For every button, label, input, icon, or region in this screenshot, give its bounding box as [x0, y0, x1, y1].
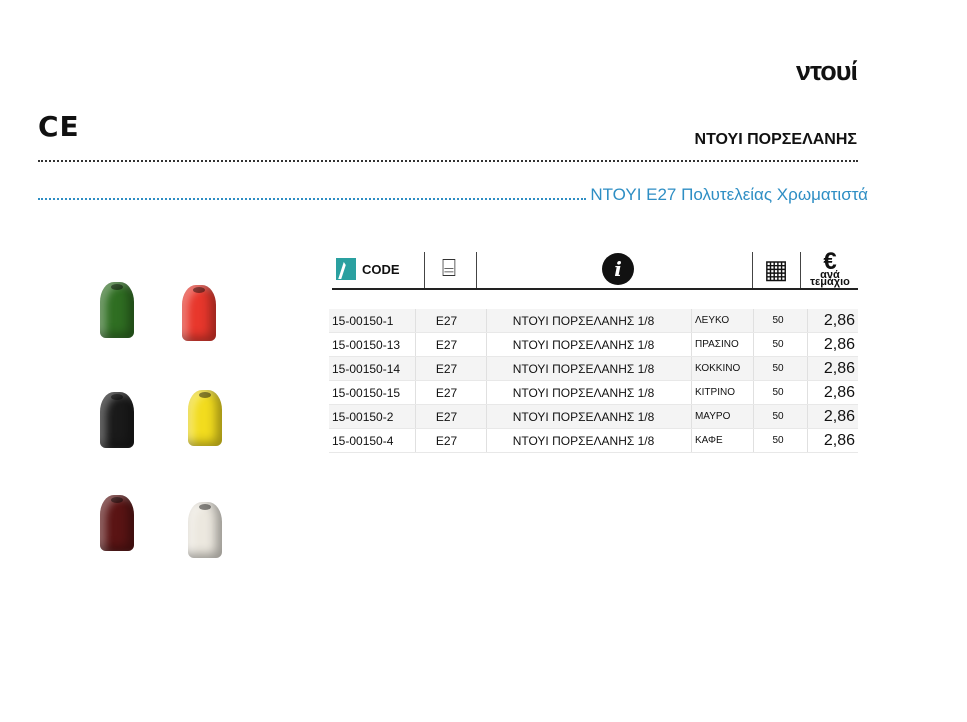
product-qty: 50 — [753, 356, 808, 381]
product-color: ΚΙΤΡΙΝΟ — [691, 380, 755, 405]
product-description: ΝΤΟΥΙ ΠΟΡΣΕΛΑΝΗΣ 1/8 — [486, 428, 692, 453]
product-qty: 50 — [753, 380, 808, 405]
product-code: 15-00150-2 — [329, 404, 416, 429]
info-icon: i — [602, 253, 634, 285]
product-qty: 50 — [753, 309, 808, 333]
header-base: ⌸ — [424, 250, 474, 288]
header-separator — [800, 252, 801, 288]
product-color: ΚΑΦΕ — [691, 428, 755, 453]
product-price: 2,86 — [807, 380, 858, 405]
product-qty: 50 — [753, 404, 808, 429]
product-code: 15-00150-1 — [329, 309, 416, 333]
socket-photo-white — [188, 502, 222, 558]
product-price: 2,86 — [807, 428, 858, 453]
product-code: 15-00150-13 — [329, 332, 416, 357]
product-subtitle: ΝΤΟΥΙ Ε27 Πολυτελείας Χρωματιστά — [590, 185, 868, 204]
table-header: CODE ⌸ i ▦ € ανά τεμάχιο — [332, 250, 858, 290]
product-description: ΝΤΟΥΙ ΠΟΡΣΕΛΑΝΗΣ 1/8 — [486, 309, 692, 333]
lamp-base-icon: ⌸ — [441, 255, 457, 282]
code-logo-icon — [336, 258, 356, 280]
table-row: 15-00150-13 E27 ΝΤΟΥΙ ΠΟΡΣΕΛΑΝΗΣ 1/8 ΠΡΑ… — [329, 332, 858, 357]
ce-mark-icon: CE — [38, 110, 80, 143]
socket-photo-red — [182, 285, 216, 341]
product-subtitle-row: ΝΤΟΥΙ Ε27 Πολυτελείας Χρωματιστά — [38, 185, 868, 205]
price-unit-line2: τεμάχιο — [810, 276, 850, 288]
product-code: 15-00150-14 — [329, 356, 416, 381]
product-qty: 50 — [753, 428, 808, 453]
product-table: 15-00150-1 E27 ΝΤΟΥΙ ΠΟΡΣΕΛΑΝΗΣ 1/8 ΛΕΥΚ… — [329, 309, 858, 453]
header-package: ▦ — [752, 250, 800, 288]
product-description: ΝΤΟΥΙ ΠΟΡΣΕΛΑΝΗΣ 1/8 — [486, 332, 692, 357]
product-price: 2,86 — [807, 332, 858, 357]
socket-photo-green — [100, 282, 134, 338]
socket-photo-black — [100, 392, 134, 448]
product-base: E27 — [415, 380, 487, 405]
header-info: i — [476, 250, 760, 288]
table-row: 15-00150-14 E27 ΝΤΟΥΙ ΠΟΡΣΕΛΑΝΗΣ 1/8 ΚΟΚ… — [329, 356, 858, 381]
product-color: ΜΑΥΡΟ — [691, 404, 755, 429]
page-heading: ντουί — [795, 56, 858, 86]
socket-photo-brown — [100, 495, 134, 551]
table-row: 15-00150-4 E27 ΝΤΟΥΙ ΠΟΡΣΕΛΑΝΗΣ 1/8 ΚΑΦΕ… — [329, 428, 858, 453]
product-base: E27 — [415, 309, 487, 333]
product-price: 2,86 — [807, 404, 858, 429]
dotted-divider — [38, 160, 858, 162]
product-color: ΠΡΑΣΙΝΟ — [691, 332, 755, 357]
product-description: ΝΤΟΥΙ ΠΟΡΣΕΛΑΝΗΣ 1/8 — [486, 356, 692, 381]
product-code: 15-00150-15 — [329, 380, 416, 405]
package-box-icon: ▦ — [763, 253, 789, 284]
header-code: CODE — [336, 250, 422, 288]
socket-photo-yellow — [188, 390, 222, 446]
product-description: ΝΤΟΥΙ ΠΟΡΣΕΛΑΝΗΣ 1/8 — [486, 404, 692, 429]
product-base: E27 — [415, 356, 487, 381]
product-price: 2,86 — [807, 309, 858, 333]
product-qty: 50 — [753, 332, 808, 357]
product-price: 2,86 — [807, 356, 858, 381]
dotted-leader — [38, 186, 587, 200]
product-base: E27 — [415, 404, 487, 429]
table-row: 15-00150-15 E27 ΝΤΟΥΙ ΠΟΡΣΕΛΑΝΗΣ 1/8 ΚΙΤ… — [329, 380, 858, 405]
product-base: E27 — [415, 332, 487, 357]
code-label: CODE — [362, 261, 400, 277]
product-code: 15-00150-4 — [329, 428, 416, 453]
product-description: ΝΤΟΥΙ ΠΟΡΣΕΛΑΝΗΣ 1/8 — [486, 380, 692, 405]
product-base: E27 — [415, 428, 487, 453]
product-color: ΚΟΚΚΙΝΟ — [691, 356, 755, 381]
table-row: 15-00150-1 E27 ΝΤΟΥΙ ΠΟΡΣΕΛΑΝΗΣ 1/8 ΛΕΥΚ… — [329, 309, 858, 333]
table-row: 15-00150-2 E27 ΝΤΟΥΙ ΠΟΡΣΕΛΑΝΗΣ 1/8 ΜΑΥΡ… — [329, 404, 858, 429]
category-title: ΝΤΟΥΙ ΠΟΡΣΕΛΑΝΗΣ — [694, 131, 857, 148]
product-color: ΛΕΥΚΟ — [691, 309, 755, 333]
product-photos — [40, 255, 300, 575]
header-price: € ανά τεμάχιο — [802, 250, 858, 288]
